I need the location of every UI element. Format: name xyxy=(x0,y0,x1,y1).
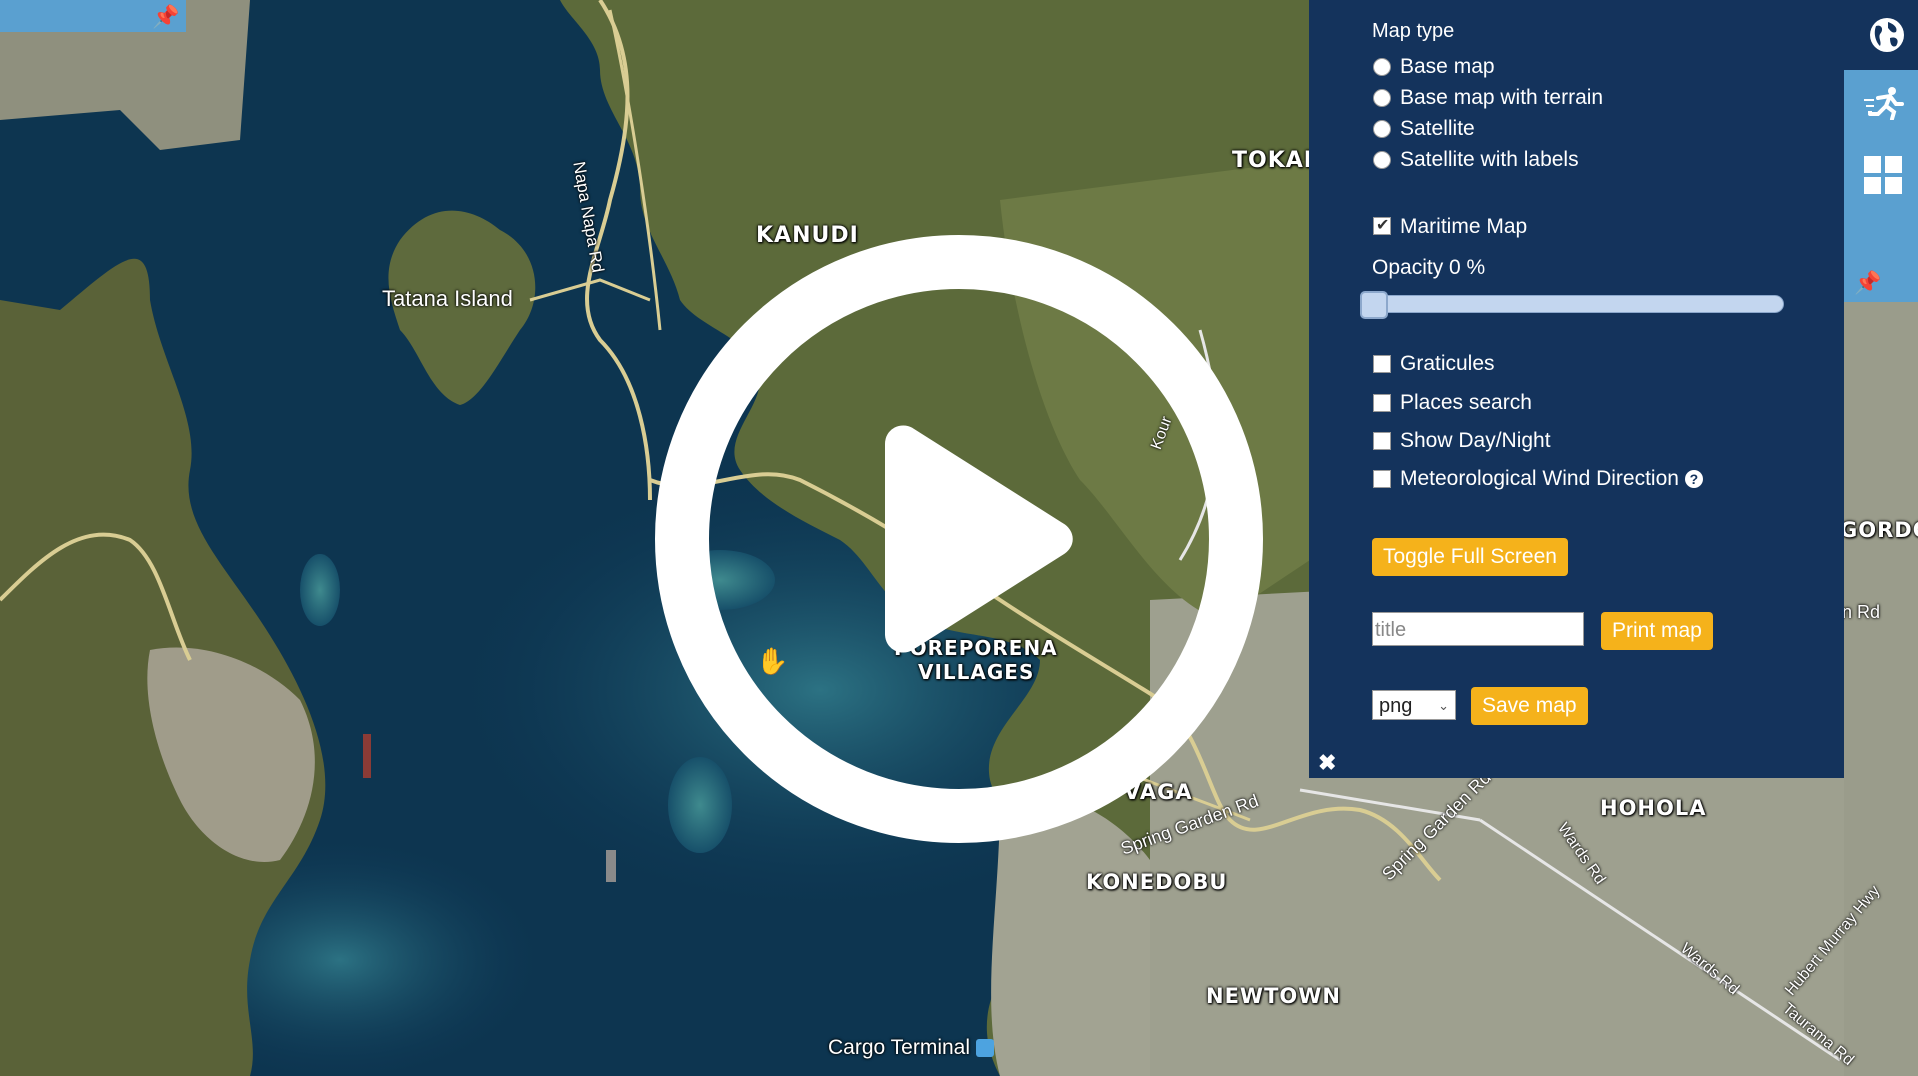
label-places-search[interactable]: Places search xyxy=(1400,391,1532,415)
place-label-cargo-terminal: Cargo Terminal xyxy=(828,1036,994,1060)
place-label-gordons: GORDO xyxy=(1840,518,1918,542)
label-base-map[interactable]: Base map xyxy=(1400,55,1495,79)
globe-strip xyxy=(1844,0,1918,70)
toggle-full-screen-button[interactable]: Toggle Full Screen xyxy=(1372,538,1568,576)
close-icon[interactable]: ✖ xyxy=(1318,750,1336,776)
place-label-konedobu: KONEDOBU xyxy=(1086,870,1228,894)
globe-icon[interactable] xyxy=(1868,16,1906,54)
opacity-label: Opacity 0 % xyxy=(1372,256,1486,279)
save-map-button[interactable]: Save map xyxy=(1471,687,1588,725)
play-button[interactable] xyxy=(654,234,1264,844)
label-satellite-labels[interactable]: Satellite with labels xyxy=(1400,148,1579,172)
radio-base-map-terrain[interactable] xyxy=(1373,89,1391,107)
checkbox-day-night[interactable] xyxy=(1373,432,1391,450)
top-left-pin-bar: 📌 xyxy=(0,0,186,32)
hand-cursor-icon: ✋ xyxy=(756,646,789,676)
label-graticules[interactable]: Graticules xyxy=(1400,352,1495,376)
map-type-title: Map type xyxy=(1372,20,1455,42)
grid-icon[interactable] xyxy=(1864,156,1902,194)
help-icon[interactable]: ? xyxy=(1684,470,1703,489)
label-day-night[interactable]: Show Day/Night xyxy=(1400,429,1551,453)
opacity-slider-handle[interactable] xyxy=(1360,291,1388,319)
label-wind-direction[interactable]: Meteorological Wind Direction? xyxy=(1400,467,1703,491)
radio-satellite-labels[interactable] xyxy=(1373,151,1391,169)
checkbox-wind-direction[interactable] xyxy=(1373,470,1391,488)
radio-base-map[interactable] xyxy=(1373,58,1391,76)
tool-strip: 📌 xyxy=(1844,70,1918,302)
radio-satellite[interactable] xyxy=(1373,120,1391,138)
bus-stop-icon xyxy=(975,1039,994,1058)
pin-icon[interactable]: 📌 xyxy=(1854,270,1881,296)
checkbox-graticules[interactable] xyxy=(1373,355,1391,373)
place-label-hohola: HOHOLA xyxy=(1600,796,1707,820)
checkbox-maritime-map[interactable] xyxy=(1373,215,1391,235)
place-label-tokara: TOKAF xyxy=(1232,148,1320,173)
label-satellite[interactable]: Satellite xyxy=(1400,117,1475,141)
running-person-icon[interactable] xyxy=(1864,86,1904,120)
road-label-n-rd: n Rd xyxy=(1842,602,1881,622)
format-select[interactable]: png ⌄ xyxy=(1372,690,1456,720)
checkbox-places-search[interactable] xyxy=(1373,394,1391,412)
map-settings-panel xyxy=(1309,0,1844,778)
chevron-down-icon: ⌄ xyxy=(1438,698,1449,713)
pin-icon[interactable]: 📌 xyxy=(152,4,179,30)
label-base-map-terrain[interactable]: Base map with terrain xyxy=(1400,86,1603,110)
place-label-tatana-island: Tatana Island xyxy=(382,286,513,311)
place-label-newtown: NEWTOWN xyxy=(1206,984,1341,1008)
label-maritime-map[interactable]: Maritime Map xyxy=(1400,215,1527,239)
title-input[interactable]: title xyxy=(1372,612,1584,646)
print-map-button[interactable]: Print map xyxy=(1601,612,1713,650)
opacity-slider[interactable] xyxy=(1362,295,1784,313)
